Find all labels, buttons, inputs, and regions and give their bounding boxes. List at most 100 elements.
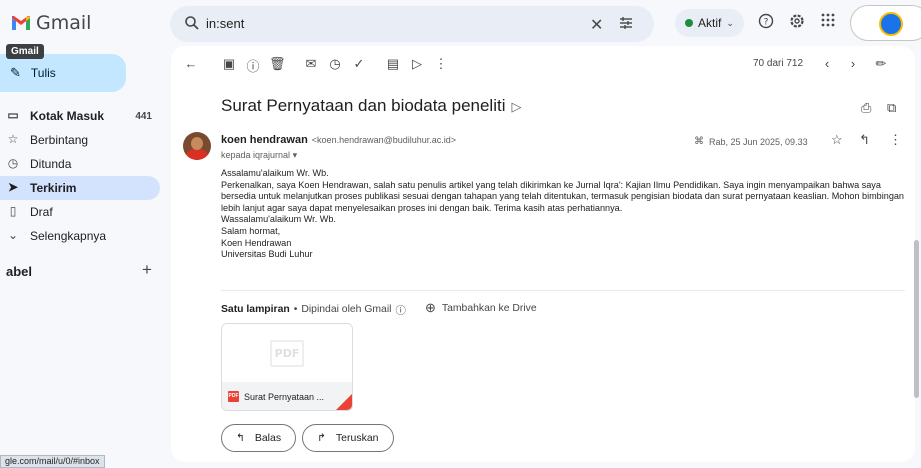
attachment-card[interactable]: PDF PDF Surat Pernyataan ...	[221, 323, 353, 411]
mark-unread-icon[interactable]: ✉	[303, 56, 319, 72]
sidebar-item-starred[interactable]: ☆ Berbintang	[0, 128, 160, 152]
tune-icon[interactable]	[618, 15, 634, 36]
sender-name[interactable]: koen hendrawan <koen.hendrawan@budiluhur.…	[221, 134, 456, 146]
move-to-icon[interactable]: ▤	[385, 56, 401, 72]
sidebar-nav: ▭ Kotak Masuk 441 ☆ Berbintang ◷ Ditunda…	[0, 104, 160, 248]
gmail-logo[interactable]: Gmail	[12, 12, 91, 34]
sidebar-item-label: Terkirim	[30, 181, 77, 195]
body-line: Universitas Budi Luhur	[221, 249, 313, 260]
body-line: Koen Hendrawan	[221, 237, 292, 248]
attachment-count: Satu lampiran	[221, 304, 290, 315]
pager-count: 70 dari 712	[753, 58, 804, 69]
input-tools-icon[interactable]: ✏	[873, 56, 889, 72]
search-input[interactable]: in:sent	[206, 16, 244, 31]
status-url: gle.com/mail/u/0/#inbox	[0, 455, 105, 468]
sidebar-item-label: Ditunda	[30, 157, 72, 171]
pdf-thumb-icon: PDF	[269, 339, 305, 367]
chevron-down-icon: ⌄	[7, 228, 19, 242]
add-task-icon[interactable]: ✓	[351, 56, 367, 72]
pdf-icon: PDF	[228, 391, 239, 402]
label-icon[interactable]: ▷	[409, 56, 425, 72]
status-button[interactable]: Aktif ⌄	[675, 9, 744, 37]
snooze-icon[interactable]: ◷	[327, 56, 343, 72]
archive-icon[interactable]: ▣	[221, 56, 237, 72]
add-to-drive-label: Tambahkan ke Drive	[441, 302, 537, 314]
reply-button[interactable]: ↰ Balas	[221, 424, 297, 452]
account-switcher[interactable]	[850, 5, 921, 41]
scanned-by: Dipindai oleh Gmail	[301, 304, 392, 315]
reply-label: Balas	[254, 432, 282, 444]
pencil-icon: ✎	[10, 65, 21, 80]
separator-dot: •	[293, 304, 298, 315]
star-icon[interactable]: ☆	[831, 132, 843, 148]
drive-add-icon: ⊕	[425, 300, 436, 315]
reply-icon[interactable]: ↰	[859, 132, 870, 148]
sender-avatar[interactable]	[183, 132, 211, 160]
attachment-footer: PDF Surat Pernyataan ...	[222, 382, 352, 410]
recipient-line[interactable]: kepada iqrajurnal ▾	[221, 150, 297, 161]
attachment-name: Surat Pernyataan ...	[244, 391, 325, 402]
app-name: Gmail	[36, 12, 92, 34]
sidebar-item-label: Draf	[30, 205, 53, 219]
open-new-window-icon[interactable]: ⧉	[887, 100, 896, 116]
message-toolbar: ← ▣ ⓘ 🗑 ✉ ◷ ✓ ▤ ▷ ⋮ 70 dari 712 ‹ › ✏	[171, 46, 915, 82]
sidebar-item-drafts[interactable]: ▯ Draf	[0, 200, 160, 224]
body-paragraph: Perkenalkan, saya Koen Hendrawan, salah …	[221, 179, 904, 213]
email-date: ⌘ Rab, 25 Jun 2025, 09.33	[694, 136, 808, 147]
reply-icon: ↰	[236, 432, 245, 444]
back-icon[interactable]: ←	[183, 56, 199, 71]
forward-icon: ↱	[317, 432, 326, 444]
scrollbar[interactable]	[914, 240, 919, 398]
info-icon[interactable]: ⓘ	[395, 302, 405, 317]
labels-header: abel	[6, 264, 33, 279]
clear-icon[interactable]: ✕	[590, 15, 603, 35]
print-icon[interactable]: ⎙	[861, 100, 871, 116]
help-icon[interactable]: ?	[756, 13, 776, 33]
sender-name-text: koen hendrawan	[221, 134, 308, 146]
chevron-down-icon: ⌄	[726, 17, 734, 28]
attachment-clip-icon: ⌘	[694, 136, 704, 147]
sidebar-item-label: Kotak Masuk	[30, 109, 105, 123]
email-view: ← ▣ ⓘ 🗑 ✉ ◷ ✓ ▤ ▷ ⋮ 70 dari 712 ‹ › ✏ Su…	[171, 46, 915, 462]
forward-button[interactable]: ↱ Teruskan	[302, 424, 394, 452]
svg-text:?: ?	[764, 18, 769, 28]
subject-text: Surat Pernyataan dan biodata peneliti	[221, 96, 506, 115]
search-bar[interactable]: in:sent ✕	[170, 6, 654, 42]
sidebar-item-label: Berbintang	[30, 133, 89, 147]
chevron-down-icon: ▾	[292, 150, 298, 160]
settings-icon[interactable]	[787, 13, 807, 33]
more-vert-icon[interactable]: ⋮	[433, 56, 449, 72]
sidebar-item-sent[interactable]: ➤ Terkirim	[0, 176, 160, 200]
sidebar-item-snoozed[interactable]: ◷ Ditunda	[0, 152, 160, 176]
next-icon[interactable]: ›	[845, 56, 861, 71]
attachment-corner-icon	[336, 394, 352, 410]
email-body: Assalamu'alaikum Wr. Wb. Perkenalkan, sa…	[221, 168, 911, 261]
compose-label: Tulis	[30, 66, 56, 80]
add-to-drive-button[interactable]: ⊕ Tambahkan ke Drive	[425, 300, 537, 316]
avatar-face	[191, 137, 203, 150]
gmail-m-icon	[12, 16, 30, 30]
compose-button[interactable]: ✎ Tulis	[0, 54, 126, 92]
delete-icon[interactable]: 🗑	[269, 56, 286, 72]
inbox-icon: ▭	[7, 108, 19, 122]
add-label-icon[interactable]: +	[142, 260, 152, 280]
inbox-count: 441	[135, 110, 152, 122]
recipient-text: kepada iqrajurnal	[221, 150, 291, 160]
prev-icon[interactable]: ‹	[819, 56, 835, 71]
status-label: Aktif	[698, 16, 722, 30]
status-dot-icon	[685, 19, 693, 27]
more-vert-icon[interactable]: ⋮	[889, 132, 902, 148]
top-bar: Gmail in:sent ✕ Aktif ⌄ ?	[0, 0, 921, 46]
apps-icon[interactable]	[818, 13, 838, 33]
star-icon: ☆	[7, 132, 19, 146]
forward-label: Teruskan	[335, 432, 379, 444]
sidebar-item-more[interactable]: ⌄ Selengkapnya	[0, 224, 160, 248]
account-avatar[interactable]	[879, 12, 903, 36]
clock-icon: ◷	[7, 156, 19, 170]
important-icon[interactable]: ▷	[511, 99, 521, 114]
divider	[221, 290, 905, 291]
sidebar-item-inbox[interactable]: ▭ Kotak Masuk 441	[0, 104, 160, 128]
report-spam-icon[interactable]: ⓘ	[245, 56, 261, 75]
search-icon[interactable]	[184, 15, 200, 36]
reply-actions: ↰ Balas ↱ Teruskan	[221, 424, 394, 452]
